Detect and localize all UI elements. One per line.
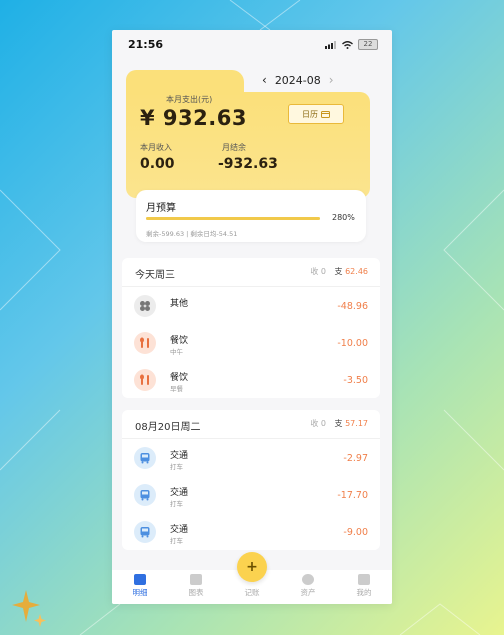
transaction-category: 交通 <box>170 525 189 535</box>
budget-card[interactable]: 月预算 280% 剩余-599.63 | 剩余日均-54.51 <box>136 190 366 242</box>
calendar-button[interactable]: 日历 <box>288 104 344 124</box>
profile-icon <box>358 574 370 585</box>
month-navigator: ‹ 2024-08 › <box>262 73 370 87</box>
transaction-row[interactable]: 餐饮 中午 -10.00 <box>122 324 380 361</box>
day-group-header: 今天周三 收 0 支 62.46 <box>122 258 380 287</box>
transaction-category: 餐饮 <box>170 373 189 383</box>
transaction-row[interactable]: 交通 打车 -9.00 <box>122 513 380 550</box>
bus-icon <box>134 521 156 543</box>
transaction-category: 餐饮 <box>170 336 189 346</box>
month-label[interactable]: 2024-08 <box>275 74 321 87</box>
spend-label: 本月支出(元) <box>166 95 213 104</box>
utensils-icon <box>134 369 156 391</box>
next-month-icon[interactable]: › <box>329 73 334 87</box>
tab-assets[interactable]: 资产 <box>280 570 336 604</box>
transaction-note: 中午 <box>170 348 183 356</box>
status-icons: 22 <box>325 39 378 50</box>
transaction-note: 打车 <box>170 500 183 508</box>
transaction-note: 打车 <box>170 537 183 545</box>
day-expense-label: 支 <box>334 267 343 276</box>
status-time: 21:56 <box>128 38 164 51</box>
tab-details[interactable]: 明细 <box>112 570 168 604</box>
transaction-note: 早餐 <box>170 385 183 393</box>
budget-title: 月预算 <box>146 203 176 214</box>
day-expense-value: 62.46 <box>345 267 368 276</box>
chart-icon <box>190 574 202 585</box>
utensils-icon <box>134 332 156 354</box>
transaction-amount: -9.00 <box>343 527 368 538</box>
budget-progress-fill <box>146 217 320 220</box>
sparkle-icon <box>12 590 46 627</box>
day-totals: 收 0 支 62.46 <box>310 266 368 277</box>
balance-value: -932.63 <box>218 156 278 172</box>
day-income: 收 0 <box>310 419 326 428</box>
monthly-summary-card: ‹ 2024-08 › 本月支出(元) ¥ 932.63 日历 本月收入 0.0… <box>126 70 370 198</box>
transaction-category: 交通 <box>170 451 189 461</box>
transaction-amount: -10.00 <box>337 338 368 349</box>
day-date: 今天周三 <box>135 270 175 281</box>
bus-icon <box>134 447 156 469</box>
day-group-header: 08月20日周二 收 0 支 57.17 <box>122 410 380 439</box>
calendar-icon <box>321 111 330 118</box>
tab-label: 图表 <box>188 588 204 597</box>
transaction-amount: -48.96 <box>337 301 368 312</box>
transaction-category: 交通 <box>170 488 189 498</box>
income-value: 0.00 <box>140 156 175 172</box>
plus-icon: + <box>246 559 258 575</box>
balance-label: 月结余 <box>222 143 246 152</box>
tab-profile[interactable]: 我的 <box>336 570 392 604</box>
budget-progress-bar <box>146 217 320 220</box>
calendar-label: 日历 <box>302 109 318 119</box>
tab-label: 资产 <box>300 588 316 597</box>
tab-label: 我的 <box>356 588 372 597</box>
prev-month-icon[interactable]: ‹ <box>262 73 267 87</box>
transaction-row[interactable]: 交通 打车 -17.70 <box>122 476 380 513</box>
signal-icon <box>325 40 336 49</box>
spend-amount: ¥ 932.63 <box>140 106 247 130</box>
day-date: 08月20日周二 <box>135 422 201 433</box>
list-icon <box>134 574 146 585</box>
day-expense-label: 支 <box>334 419 343 428</box>
transaction-row[interactable]: 餐饮 早餐 -3.50 <box>122 361 380 398</box>
app-screen: 21:56 22 ‹ 2024-08 › 本月支出(元) ¥ 932.63 日历… <box>112 30 392 604</box>
day-income: 收 0 <box>310 267 326 276</box>
status-bar: 21:56 22 <box>112 30 392 58</box>
wifi-icon <box>342 40 353 49</box>
budget-percent: 280% <box>332 213 355 222</box>
day-group: 今天周三 收 0 支 62.46 其他 -48.96 餐饮 中午 -10.00 <box>122 258 380 398</box>
bus-icon <box>134 484 156 506</box>
clover-icon <box>134 295 156 317</box>
tab-charts[interactable]: 图表 <box>168 570 224 604</box>
transaction-note: 打车 <box>170 463 183 471</box>
transaction-row[interactable]: 其他 -48.96 <box>122 287 380 324</box>
transaction-row[interactable]: 交通 打车 -2.97 <box>122 439 380 476</box>
budget-remaining: 剩余-599.63 | 剩余日均-54.51 <box>146 230 238 238</box>
day-totals: 收 0 支 57.17 <box>310 418 368 429</box>
income-label: 本月收入 <box>140 143 172 152</box>
add-record-button[interactable]: + <box>237 552 267 582</box>
day-group: 08月20日周二 收 0 支 57.17 交通 打车 -2.97 交通 打车 -… <box>122 410 380 550</box>
transaction-category: 其他 <box>170 299 189 309</box>
day-expense-value: 57.17 <box>345 419 368 428</box>
transaction-amount: -17.70 <box>337 490 368 501</box>
transaction-amount: -2.97 <box>343 453 368 464</box>
tab-label: 明细 <box>132 588 148 597</box>
tab-label: 记账 <box>244 588 260 597</box>
transaction-amount: -3.50 <box>343 375 368 386</box>
battery-icon: 22 <box>358 39 378 50</box>
wallet-icon <box>302 574 314 585</box>
